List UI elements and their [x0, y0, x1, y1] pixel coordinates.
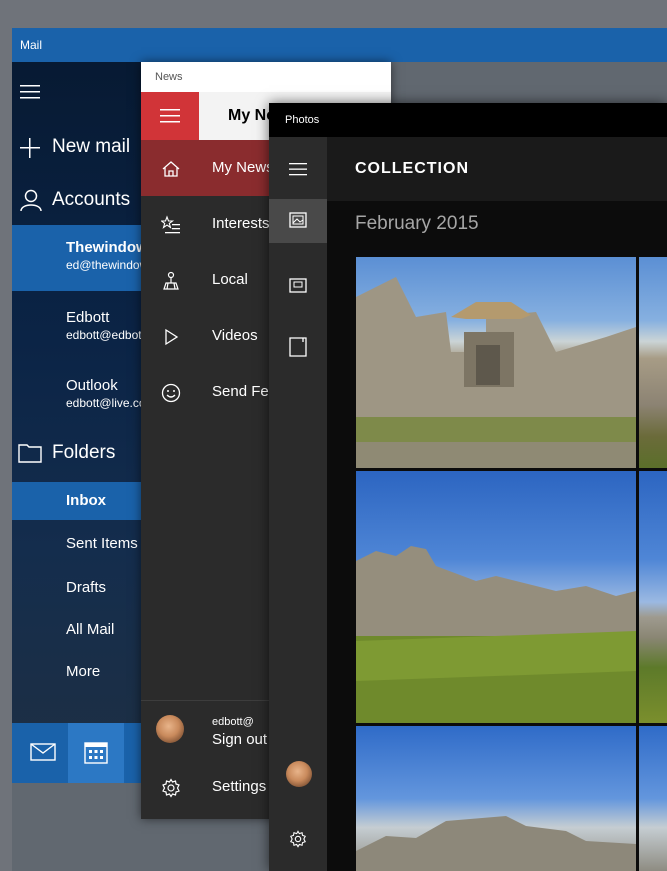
nav-label: My News [212, 159, 274, 176]
person-icon [20, 189, 42, 211]
photos-title: Photos [269, 103, 667, 137]
user-email: edbott@ [212, 716, 254, 728]
photo-thumbnail[interactable] [639, 726, 667, 871]
photo-thumbnail[interactable] [356, 471, 636, 723]
collection-header: COLLECTION [327, 137, 667, 201]
avatar[interactable] [286, 761, 312, 787]
mail-bottom-bar [12, 723, 142, 783]
plus-icon [20, 138, 40, 158]
envelope-icon [30, 743, 56, 761]
account-name: Thewindowsclub [66, 239, 142, 256]
mail-sidebar: New mail Accounts Thewindowsclub ed@thew… [12, 62, 142, 757]
folders-button[interactable]: Folders [12, 433, 142, 473]
albums-nav-button[interactable] [269, 265, 327, 309]
menu-button[interactable] [12, 74, 142, 108]
new-mail-label: New mail [52, 136, 131, 157]
ruins-photo [356, 816, 636, 871]
sign-out-link[interactable]: Sign out [212, 731, 267, 748]
folder-item-inbox[interactable]: Inbox [12, 482, 142, 520]
mail-switch-button[interactable] [12, 723, 68, 783]
photo-thumbnail[interactable] [356, 257, 636, 468]
hamburger-icon [160, 109, 180, 123]
folder-item-drafts[interactable]: Drafts [12, 569, 142, 607]
collection-nav-button[interactable] [269, 199, 327, 243]
news-title: News [141, 62, 391, 92]
home-icon [162, 161, 180, 177]
play-icon [165, 328, 179, 346]
photos-nav-rail [269, 137, 327, 871]
account-email: edbott@live.com [66, 396, 142, 410]
avatar [156, 715, 184, 743]
gear-icon [162, 778, 180, 798]
photo-thumbnail[interactable] [356, 726, 636, 871]
account-item-edbott[interactable]: Edbott edbott@edbott.com [12, 299, 142, 355]
new-mail-button[interactable]: New mail [12, 128, 142, 168]
star-list-icon [161, 215, 180, 234]
ruins-photo [356, 277, 636, 468]
album-icon [289, 278, 307, 293]
folder-page-icon [289, 337, 307, 357]
mail-title: Mail [12, 28, 667, 62]
nav-label: Local [212, 271, 248, 288]
photos-menu-button[interactable] [269, 149, 327, 193]
smiley-icon [161, 383, 181, 403]
account-email: edbott@edbott.com [66, 328, 142, 342]
hamburger-icon [20, 85, 40, 99]
account-email: ed@thewindowsclub.com [66, 258, 142, 272]
nav-label: Videos [212, 327, 258, 344]
folders-label: Folders [52, 442, 116, 463]
folders-nav-button[interactable] [269, 324, 327, 368]
ruins-photo [356, 546, 636, 723]
gear-icon [290, 830, 306, 848]
account-item-thewindowsclub[interactable]: Thewindowsclub ed@thewindowsclub.com [12, 225, 142, 291]
news-menu-button[interactable] [141, 92, 199, 140]
folder-item-all-mail[interactable]: All Mail [12, 611, 142, 649]
account-name: Edbott [66, 309, 110, 326]
folder-item-more[interactable]: More [12, 653, 142, 691]
account-name: Outlook [66, 377, 118, 394]
photos-window: Photos COLLECTION February 2015 [269, 103, 667, 871]
photo-thumbnail[interactable] [639, 471, 667, 723]
settings-label: Settings [212, 778, 267, 795]
account-item-outlook[interactable]: Outlook edbott@live.com [12, 367, 142, 423]
accounts-button[interactable]: Accounts [12, 180, 142, 220]
nav-label: Interests [212, 215, 270, 232]
photo-thumbnail[interactable] [639, 257, 667, 468]
folder-item-sent[interactable]: Sent Items [12, 525, 142, 563]
photos-collection-icon [289, 212, 307, 228]
calendar-icon [84, 742, 108, 764]
accounts-label: Accounts [52, 189, 131, 210]
hamburger-icon [289, 163, 307, 176]
date-group-label: February 2015 [355, 213, 479, 234]
local-icon [163, 271, 179, 290]
photos-settings-button[interactable] [269, 817, 327, 861]
calendar-switch-button[interactable] [68, 723, 124, 783]
folder-icon [18, 444, 42, 463]
